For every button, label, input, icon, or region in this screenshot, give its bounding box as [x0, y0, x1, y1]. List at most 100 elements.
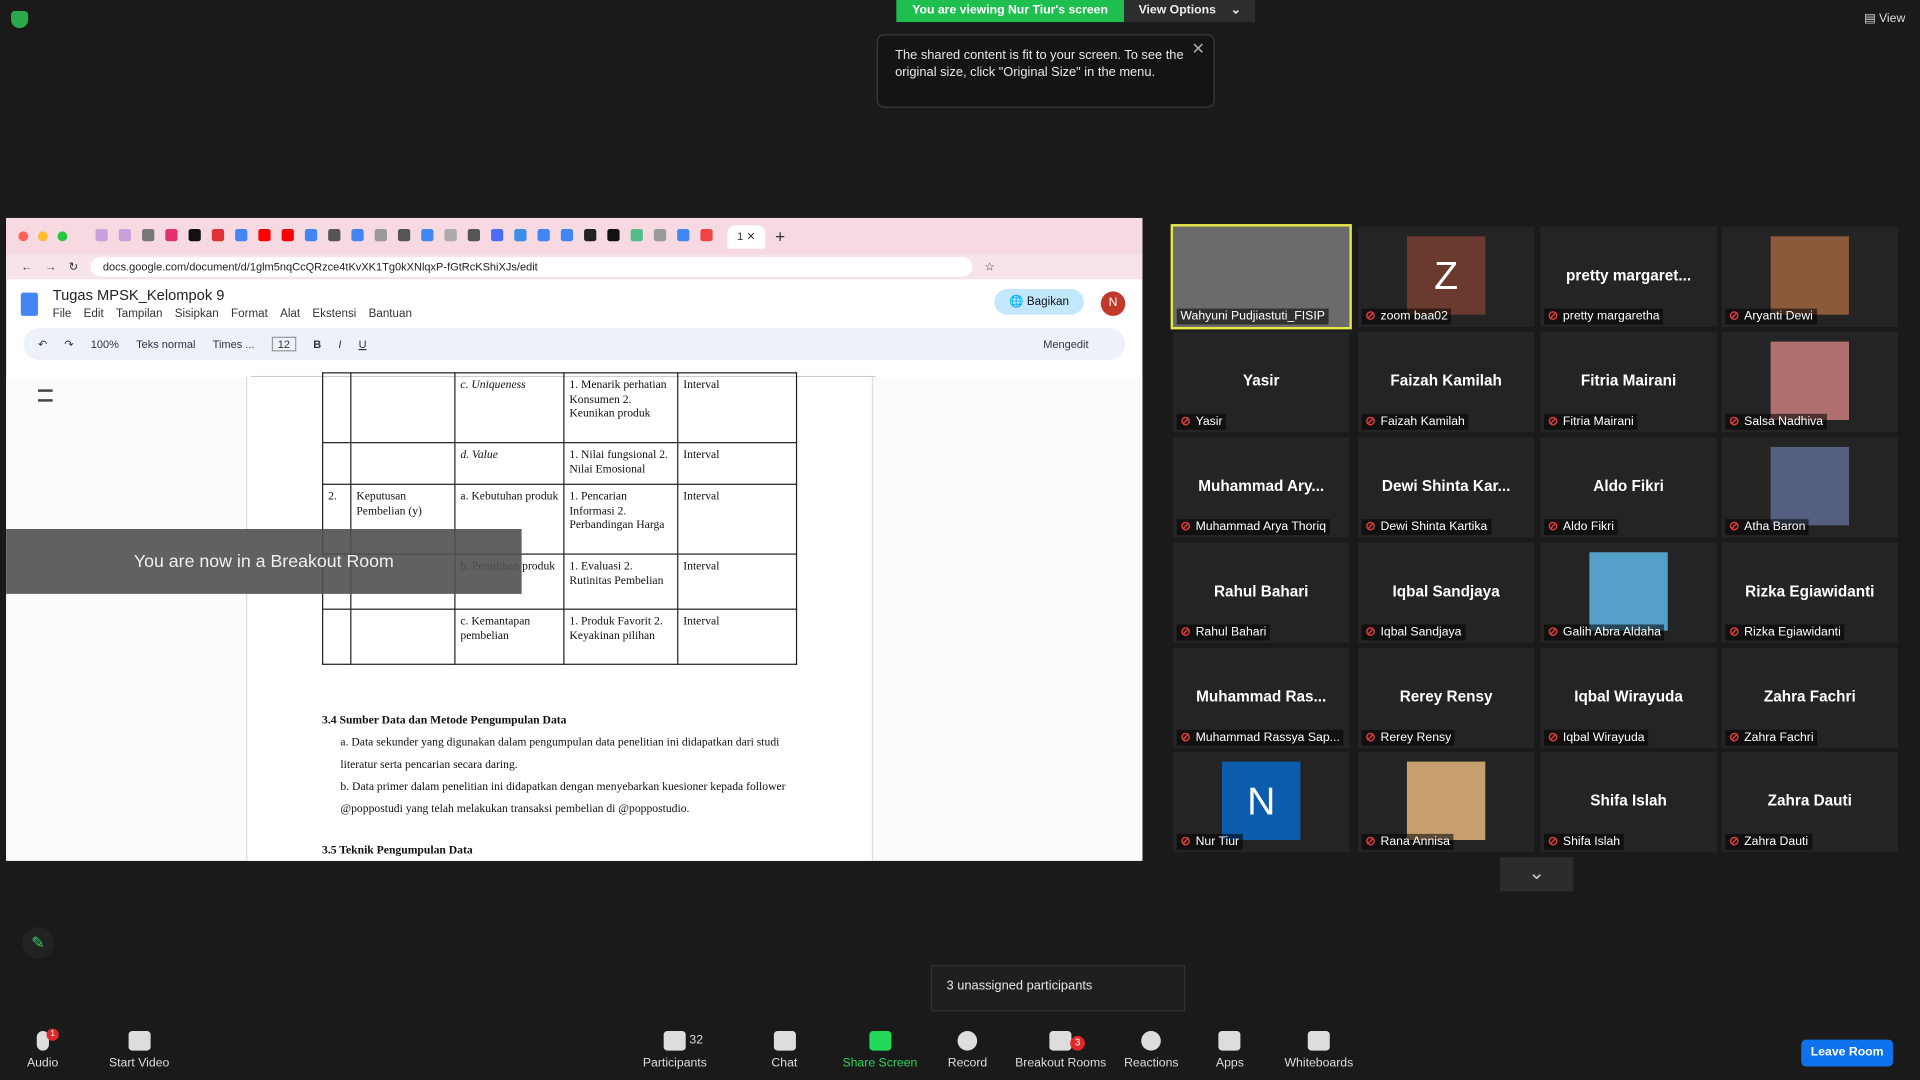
menu-format[interactable]: Format	[231, 307, 268, 320]
outline-icon[interactable]	[37, 389, 53, 402]
docs-header: Tugas MPSK_Kelompok 9 File Edit Tampilan…	[6, 279, 1142, 328]
muted-mic-icon: ⊘	[1365, 309, 1376, 324]
participant-tile[interactable]: Iqbal Sandjaya ⊘ Iqbal Sandjaya	[1357, 542, 1535, 643]
security-shield-icon[interactable]	[11, 11, 29, 29]
participant-tile[interactable]: Yasir ⊘ Yasir	[1173, 331, 1350, 433]
menu-extensions[interactable]: Ekstensi	[312, 307, 356, 320]
undo-icon[interactable]: ↶	[38, 337, 47, 350]
participant-tile[interactable]: ⊘ Salsa Nadhiva	[1721, 331, 1898, 433]
participant-tile[interactable]: N ⊘ Nur Tiur	[1173, 751, 1350, 853]
document-canvas: c. Uniqueness 1. Menarik perhatian Konsum…	[6, 372, 1143, 861]
close-icon[interactable]: ✕	[1192, 40, 1205, 57]
breakout-rooms-button[interactable]: Breakout Rooms	[1015, 1031, 1106, 1070]
participant-label: ⊘ Nur Tiur	[1176, 833, 1243, 850]
table-row: c. Kemantapan pembelian 1. Produk Favorit…	[322, 608, 798, 665]
participant-tile[interactable]: ⊘ Aryanti Dewi	[1721, 226, 1898, 327]
participant-label: ⊘ Yasir	[1176, 413, 1227, 430]
italic-icon[interactable]: I	[338, 338, 341, 350]
participant-label: ⊘ Rahul Bahari	[1176, 624, 1271, 641]
participant-tile[interactable]: Z ⊘ zoom baa02	[1357, 226, 1535, 327]
participant-tile[interactable]: Zahra Dauti ⊘ Zahra Dauti	[1721, 751, 1898, 853]
participant-tile[interactable]: Fitria Mairani ⊘ Fitria Mairani	[1540, 331, 1717, 433]
participant-tile[interactable]: Rizka Egiawidanti ⊘ Rizka Egiawidanti	[1721, 542, 1898, 643]
docs-toolbar: ↶ ↷ 100% Teks normal Times ... 12 B I U Men…	[23, 328, 1126, 361]
participant-name: Shifa Islah	[1590, 792, 1667, 810]
editing-mode-select[interactable]: Mengedit	[1043, 338, 1088, 350]
document-page[interactable]: c. Uniqueness 1. Menarik perhatian Konsum…	[246, 372, 874, 861]
participant-label: ⊘ Iqbal Sandjaya	[1361, 624, 1466, 641]
participant-tile[interactable]: ⊘ Galih Abra Aldaha	[1540, 542, 1717, 643]
view-button[interactable]: ▤ View	[1864, 12, 1905, 25]
participant-tile[interactable]: Iqbal Wirayuda ⊘ Iqbal Wirayuda	[1540, 647, 1717, 749]
participant-tile[interactable]: Muhammad Ras... ⊘ Muhammad Rassya Sap...	[1173, 647, 1350, 749]
underline-icon[interactable]: U	[359, 338, 367, 350]
reload-icon[interactable]: ↻	[69, 260, 79, 273]
participant-tile[interactable]: Aldo Fikri ⊘ Aldo Fikri	[1540, 437, 1717, 538]
url-field[interactable]: docs.google.com/document/d/1glm5nqCcQRzc…	[90, 257, 973, 277]
video-off-icon	[128, 1031, 151, 1051]
participant-tile[interactable]: pretty margaret... ⊘ pretty margaretha	[1540, 226, 1717, 327]
active-tab[interactable]: 1 ✕	[727, 224, 766, 248]
record-button[interactable]: Record	[948, 1031, 987, 1070]
view-options-button[interactable]: View Options ⌄	[1123, 0, 1256, 23]
start-video-button[interactable]: Start Video	[109, 1031, 169, 1070]
menu-edit[interactable]: Edit	[84, 307, 104, 320]
menu-help[interactable]: Bantuan	[369, 307, 412, 320]
participant-tile[interactable]: Shifa Islah ⊘ Shifa Islah	[1540, 751, 1717, 853]
participant-name: Zahra Dauti	[1767, 792, 1852, 810]
apps-button[interactable]: Apps	[1216, 1031, 1244, 1070]
leave-room-button[interactable]: Leave Room	[1801, 1039, 1894, 1067]
participant-tile[interactable]: Rerey Rensy ⊘ Rerey Rensy	[1357, 647, 1535, 749]
menu-insert[interactable]: Sisipkan	[175, 307, 219, 320]
annotate-pencil-icon[interactable]: ✎	[22, 926, 54, 959]
account-avatar[interactable]: N	[1100, 291, 1126, 316]
forward-icon[interactable]: →	[45, 260, 57, 273]
font-select[interactable]: Times ...	[213, 338, 255, 350]
participant-label: ⊘ Zahra Dauti	[1725, 833, 1812, 850]
participant-label-text: Iqbal Sandjaya	[1380, 625, 1462, 640]
chevron-down-icon: ⌄	[1230, 3, 1241, 18]
document-title[interactable]: Tugas MPSK_Kelompok 9	[53, 287, 412, 304]
participant-label: Wahyuni Pudjiastuti_FISIP	[1176, 308, 1329, 325]
whiteboards-button[interactable]: Whiteboards	[1284, 1031, 1353, 1070]
menu-file[interactable]: File	[53, 307, 72, 320]
zoom-select[interactable]: 100%	[91, 338, 119, 350]
participant-tile[interactable]: Faizah Kamilah ⊘ Faizah Kamilah	[1357, 331, 1535, 433]
participant-tile[interactable]: ⊘ Rana Annisa	[1357, 751, 1535, 853]
redo-icon[interactable]: ↷	[64, 337, 73, 350]
muted-mic-icon: ⊘	[1728, 415, 1740, 429]
participant-label: ⊘ Iqbal Wirayuda	[1544, 729, 1649, 746]
participant-photo	[1770, 446, 1849, 526]
participant-tile[interactable]: ⊘ Atha Baron	[1721, 437, 1898, 538]
chat-button[interactable]: Chat	[771, 1031, 797, 1070]
style-select[interactable]: Teks normal	[136, 338, 195, 350]
google-docs-icon[interactable]	[20, 292, 38, 316]
menu-view[interactable]: Tampilan	[116, 307, 163, 320]
bold-icon[interactable]: B	[313, 338, 321, 350]
participant-label: ⊘ Faizah Kamilah	[1361, 413, 1469, 430]
share-screen-button[interactable]: Share Screen	[842, 1031, 917, 1070]
participant-name: Aldo Fikri	[1593, 477, 1664, 495]
participant-name: pretty margaret...	[1566, 266, 1692, 285]
participant-tile[interactable]: Muhammad Ary... ⊘ Muhammad Arya Thoriq	[1173, 437, 1350, 538]
back-icon[interactable]: ←	[21, 260, 33, 273]
participant-tile[interactable]: Rahul Bahari ⊘ Rahul Bahari	[1173, 542, 1350, 643]
font-size-field[interactable]: 12	[271, 336, 297, 352]
muted-mic-icon: ⊘	[1547, 731, 1559, 745]
reactions-button[interactable]: Reactions	[1124, 1031, 1179, 1070]
gallery-next-page-button[interactable]: ⌄	[1500, 857, 1574, 892]
participant-avatar: Z	[1406, 236, 1486, 315]
table-cell: Interval	[677, 483, 798, 555]
new-tab-icon[interactable]: +	[775, 227, 785, 247]
share-button[interactable]: 🌐 Bagikan	[994, 288, 1084, 315]
participant-label-text: Aryanti Dewi	[1744, 309, 1813, 324]
participant-tile[interactable]: Wahyuni Pudjiastuti_FISIP	[1170, 224, 1352, 330]
participant-name: Iqbal Sandjaya	[1392, 582, 1500, 601]
participant-label: ⊘ zoom baa02	[1361, 308, 1452, 325]
participant-tile[interactable]: Dewi Shinta Kar... ⊘ Dewi Shinta Kartika	[1357, 437, 1535, 538]
menu-tools[interactable]: Alat	[280, 307, 300, 320]
unassigned-participants-popup[interactable]: 3 unassigned participants	[930, 964, 1186, 1012]
bookmark-star-icon[interactable]: ☆	[984, 260, 994, 273]
participant-tile[interactable]: Zahra Fachri ⊘ Zahra Fachri	[1721, 647, 1898, 749]
breakout-badge: 3	[1070, 1035, 1085, 1051]
